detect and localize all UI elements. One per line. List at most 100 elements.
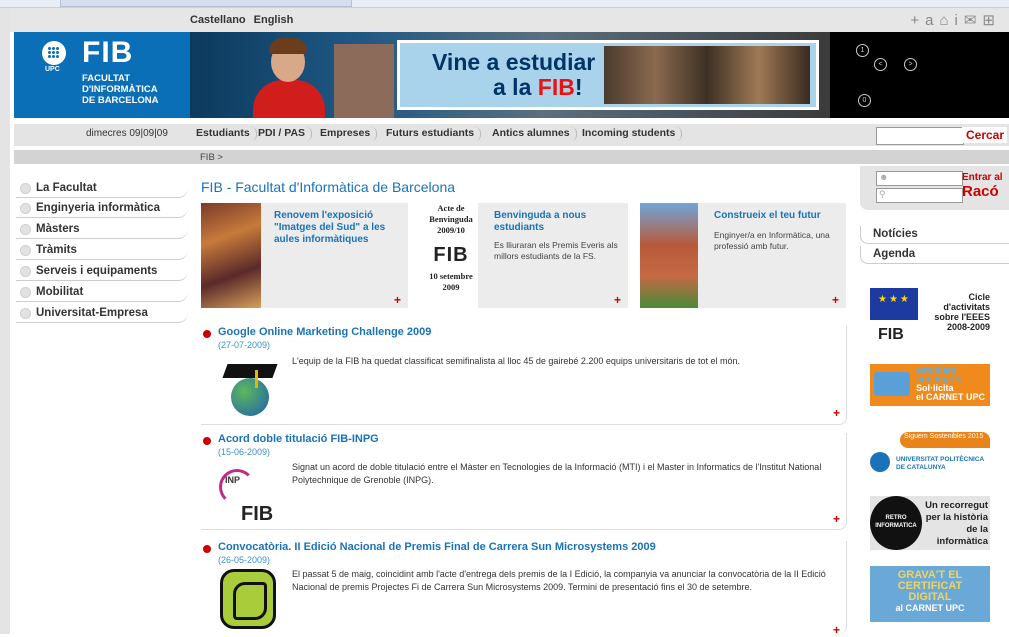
- retro-badge: RETRO INFORMATICA: [870, 496, 922, 550]
- more-plus-icon[interactable]: +: [833, 406, 840, 420]
- more-plus-icon[interactable]: +: [833, 512, 840, 526]
- bullet-icon: [20, 203, 31, 214]
- password-field[interactable]: ⚲: [876, 188, 963, 203]
- more-plus-icon[interactable]: +: [832, 293, 839, 307]
- acte-fib-logo: FIB: [433, 244, 469, 266]
- upc-seal-icon: [870, 452, 890, 472]
- bullet-icon: [203, 545, 211, 553]
- browser-tab[interactable]: [60, 0, 352, 7]
- bullet-icon: [20, 266, 31, 277]
- student-photo: [249, 38, 329, 118]
- font-size-icon[interactable]: +a: [910, 12, 939, 29]
- promo-certificat-digital[interactable]: GRAVA'T EL CERTIFICAT DIGITAL al CARNET UPC: [870, 566, 990, 622]
- promo-retroinformatica[interactable]: RETRO INFORMATICA Un recorregut per la his…: [870, 496, 990, 550]
- current-date: dimecres 09|09|09: [86, 128, 168, 139]
- nav-mobilitat[interactable]: Mobilitat: [16, 284, 188, 302]
- feature-title[interactable]: Renovem l'exposició "Imatges del Sud" a …: [274, 210, 399, 246]
- news-item: Google Online Marketing Challenge 2009 (…: [201, 326, 847, 425]
- search-button[interactable]: Cercar: [962, 127, 1007, 143]
- retro-text: Un recorregut per la història de la informà…: [925, 500, 988, 547]
- promo-upc-sostenible[interactable]: Siguem Sostenibles 2015 UNIVERSITAT POLI…: [870, 432, 990, 480]
- eees-text: Cicle d'activitats sobre l'EEES 2008-2009: [934, 292, 990, 332]
- lang-castellano[interactable]: Castellano: [190, 14, 246, 26]
- raco-login-button[interactable]: Entrar al Racó: [962, 171, 1003, 199]
- feature-card-futur[interactable]: Construeix el teu futur Enginyer/a en In…: [640, 203, 846, 308]
- more-plus-icon[interactable]: +: [614, 293, 621, 307]
- feature-card-exposicio[interactable]: Renovem l'exposició "Imatges del Sud" a …: [201, 203, 408, 308]
- circuit-decoration: 1 < >0: [844, 32, 1009, 118]
- eees-fib-logo: FIB: [878, 326, 904, 343]
- more-plus-icon[interactable]: +: [394, 293, 401, 307]
- info-icon[interactable]: i: [955, 12, 964, 29]
- language-switcher: Castellano English: [190, 14, 301, 26]
- bullet-icon: [203, 330, 211, 338]
- news-item: Convocatòria. II Edició Nacional de Prem…: [201, 541, 847, 637]
- feature-image: [201, 203, 261, 308]
- sun-award-logo: [220, 569, 276, 629]
- news-title[interactable]: Convocatòria. II Edició Nacional de Prem…: [218, 541, 656, 553]
- nav-masters[interactable]: Màsters: [16, 221, 188, 239]
- banner-line-1: Vine a estudiar: [432, 49, 596, 75]
- mail-icon[interactable]: ✉: [964, 12, 983, 29]
- tab-empreses[interactable]: Empreses: [314, 127, 378, 141]
- news-item: Acord doble titulació FIB-INPG (15-06-20…: [201, 433, 847, 530]
- news-body: L'equip de la FIB ha quedat classificat …: [292, 356, 740, 366]
- feature-image: [640, 203, 698, 308]
- promo-carnet-upc[interactable]: estudiant nou ingrés Sol·licita el CARNET U…: [870, 364, 990, 406]
- bullet-icon: [20, 183, 31, 194]
- nav-tramits[interactable]: Tràmits: [16, 242, 188, 260]
- username-field[interactable]: ☻: [876, 171, 963, 186]
- tab-estudiants[interactable]: Estudiants: [190, 127, 257, 141]
- news-title[interactable]: Acord doble titulació FIB-INPG: [218, 433, 379, 445]
- more-plus-icon[interactable]: +: [833, 623, 840, 637]
- news-date: (27-07-2009): [218, 340, 271, 350]
- nav-serveis-equipaments[interactable]: Serveis i equipaments: [16, 263, 188, 281]
- site-header: UPC FIB FACULTAT D'INFORMÀTICA DE BARCELON…: [14, 32, 1009, 118]
- acte-benvinguda-card[interactable]: Acte de Benvinguda 2009/10 FIB 10 setemb…: [423, 203, 478, 308]
- bullet-icon: [203, 437, 211, 445]
- feature-title[interactable]: Construeix el teu futur: [714, 210, 839, 222]
- news-date: (26-05-2009): [218, 555, 271, 565]
- bullet-icon: [20, 224, 31, 235]
- bullet-icon: [20, 308, 31, 319]
- sitemap-icon[interactable]: ⊞: [982, 12, 1001, 29]
- tab-futurs-estudiants[interactable]: Futurs estudiants: [380, 127, 482, 141]
- search-input[interactable]: [876, 127, 964, 145]
- fib-logo[interactable]: UPC FIB FACULTAT D'INFORMÀTICA DE BARCELON…: [14, 32, 190, 118]
- breadcrumb[interactable]: FIB >: [200, 152, 223, 163]
- key-icon: ⚲: [879, 189, 886, 199]
- upc-seal-icon: [42, 41, 66, 65]
- news-date: (15-06-2009): [218, 447, 271, 457]
- campus-building-image: [334, 44, 394, 118]
- tab-antics-alumnes[interactable]: Antics alumnes: [486, 127, 577, 141]
- nav-universitat-empresa[interactable]: Universitat-Empresa: [16, 305, 188, 323]
- home-icon[interactable]: ⌂: [939, 12, 954, 29]
- acte-title: Acte de Benvinguda 2009/10: [429, 203, 473, 235]
- tab-pdi-pas[interactable]: PDI / PAS: [252, 127, 313, 141]
- acte-date: 10 setembre 2009: [429, 271, 473, 292]
- nav-noticies[interactable]: Notícies: [860, 226, 1009, 244]
- feature-card-benvinguda[interactable]: Benvinguda a nous estudiants Es lliurara…: [478, 203, 628, 308]
- news-body: El passat 5 de maig, coincidint amb l'ac…: [292, 569, 826, 592]
- feature-desc: Enginyer/a en Informàtica, una professió…: [714, 230, 830, 251]
- card-icon: [874, 372, 910, 396]
- feature-title[interactable]: Benvinguda a nous estudiants: [494, 210, 619, 234]
- certificat-text: GRAVA'T EL CERTIFICAT DIGITAL al CARNET UPC: [895, 569, 965, 614]
- feature-desc: Es lliuraran els Premis Everis als millo…: [494, 240, 618, 261]
- tab-incoming-students[interactable]: Incoming students: [576, 127, 683, 141]
- nav-agenda[interactable]: Agenda: [860, 246, 1009, 264]
- bullet-icon: [20, 245, 31, 256]
- fib-inpg-logo: INP FIB: [219, 465, 283, 525]
- graduation-globe-icon: [219, 356, 283, 416]
- nav-enginyeria-informatica[interactable]: Enginyeria informàtica: [16, 200, 188, 218]
- lang-english[interactable]: English: [254, 14, 294, 26]
- promo-eees[interactable]: ★★★ FIB Cicle d'activitats sobre l'EEES 200…: [870, 288, 990, 344]
- breadcrumb-bar: [14, 150, 1009, 164]
- news-title[interactable]: Google Online Marketing Challenge 2009: [218, 326, 431, 338]
- utility-bar: [10, 8, 1009, 32]
- nav-la-facultat[interactable]: La Facultat: [16, 180, 188, 198]
- upc-label: UPC: [45, 66, 60, 73]
- user-icon: ☻: [879, 172, 889, 182]
- students-group-photo: [604, 46, 810, 104]
- faculty-name: FACULTAT D'INFORMÀTICA DE BARCELONA: [82, 73, 159, 106]
